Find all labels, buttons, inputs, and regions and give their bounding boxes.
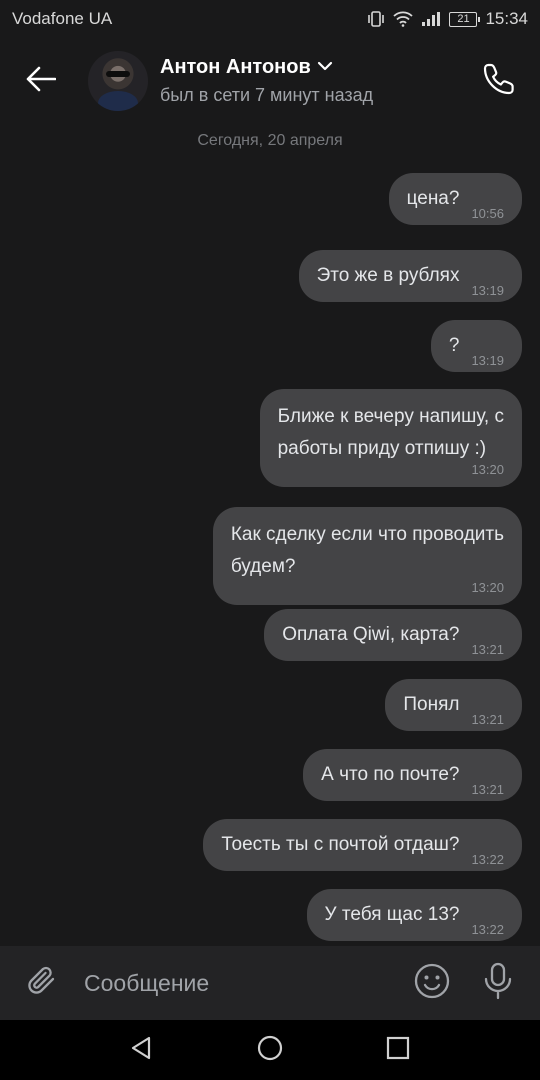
nav-home-icon <box>256 1034 284 1067</box>
message-bubble[interactable]: цена? 10:56 <box>388 173 522 225</box>
message-time: 10:56 <box>471 206 504 221</box>
phone-icon <box>482 62 516 101</box>
message-time: 13:21 <box>471 642 504 657</box>
message-time: 13:19 <box>471 353 504 368</box>
attach-button[interactable] <box>22 963 62 1003</box>
message-text: ? <box>448 335 460 356</box>
message-time: 13:22 <box>471 922 504 937</box>
contact-status: был в сети 7 минут назад <box>160 85 374 105</box>
message-time: 13:20 <box>471 462 504 477</box>
carrier-label: Vodafone UA <box>12 9 113 28</box>
message-bubble[interactable]: Как сделку если что проводить будем? 13:… <box>212 507 522 605</box>
message-time: 13:22 <box>471 852 504 867</box>
emoji-button[interactable] <box>412 963 452 1003</box>
message-time: 13:19 <box>471 283 504 298</box>
paperclip-icon <box>25 964 59 1003</box>
message-bubble[interactable]: ? 13:19 <box>430 320 522 372</box>
message-text: Ближе к вечеру напишу, с работы приду от… <box>277 406 504 459</box>
chevron-down-icon <box>317 59 333 77</box>
contact-name-row: Антон Антонов <box>160 56 476 79</box>
nav-home-button[interactable] <box>250 1030 290 1070</box>
message-bubble[interactable]: Это же в рублях 13:19 <box>298 250 522 302</box>
nav-back-button[interactable] <box>122 1030 162 1070</box>
message-list[interactable]: Сегодня, 20 апреля цена? 10:56 Это же в … <box>0 124 540 946</box>
status-icons: 21 15:34 <box>367 9 528 29</box>
nav-recents-icon <box>385 1035 411 1066</box>
message-text: Понял <box>403 694 460 715</box>
back-button[interactable] <box>18 58 64 104</box>
chat-header: Антон Антонов был в сети 7 минут назад <box>0 38 540 124</box>
nav-recents-button[interactable] <box>378 1030 418 1070</box>
nav-back-icon <box>129 1035 155 1066</box>
contact-info[interactable]: Антон Антонов был в сети 7 минут назад <box>160 56 476 106</box>
message-composer <box>0 946 540 1020</box>
message-text: Тоесть ты с почтой отдаш? <box>221 834 460 855</box>
call-button[interactable] <box>476 58 522 104</box>
signal-icon <box>421 11 441 27</box>
message-bubble[interactable]: Тоесть ты с почтой отдаш? 13:22 <box>203 819 522 871</box>
vibrate-icon <box>367 11 385 27</box>
clock: 15:34 <box>485 9 528 28</box>
message-time: 13:21 <box>471 782 504 797</box>
microphone-icon <box>481 962 515 1005</box>
avatar[interactable] <box>88 51 148 111</box>
message-text: цена? <box>406 188 460 209</box>
message-text: Как сделку если что проводить будем? <box>230 524 504 577</box>
system-nav-bar <box>0 1020 540 1080</box>
wifi-icon <box>393 11 414 27</box>
voice-button[interactable] <box>478 962 518 1005</box>
message-bubble[interactable]: Оплата Qiwi, карта? 13:21 <box>264 609 522 661</box>
message-text: У тебя щас 13? <box>324 904 460 925</box>
message-bubble[interactable]: А что по почте? 13:21 <box>303 749 522 801</box>
contact-name: Антон Антонов <box>160 56 311 78</box>
message-time: 13:20 <box>471 580 504 595</box>
message-bubble[interactable]: Ближе к вечеру напишу, с работы приду от… <box>259 389 522 487</box>
message-text: Это же в рублях <box>316 265 460 286</box>
message-bubble[interactable]: Понял 13:21 <box>385 679 522 731</box>
date-separator: Сегодня, 20 апреля <box>197 132 343 149</box>
status-bar: Vodafone UA 21 15:34 <box>0 0 540 38</box>
chat-screen: Vodafone UA 21 15:34 Антон Антонов был в… <box>0 0 540 1080</box>
emoji-icon <box>413 962 451 1005</box>
back-arrow-icon <box>26 66 57 97</box>
message-bubble[interactable]: У тебя щас 13? 13:22 <box>306 889 522 941</box>
battery-icon: 21 <box>449 11 481 27</box>
message-time: 13:21 <box>471 712 504 727</box>
message-input[interactable] <box>84 969 412 997</box>
message-text: Оплата Qiwi, карта? <box>282 624 460 645</box>
message-text: А что по почте? <box>321 764 460 785</box>
